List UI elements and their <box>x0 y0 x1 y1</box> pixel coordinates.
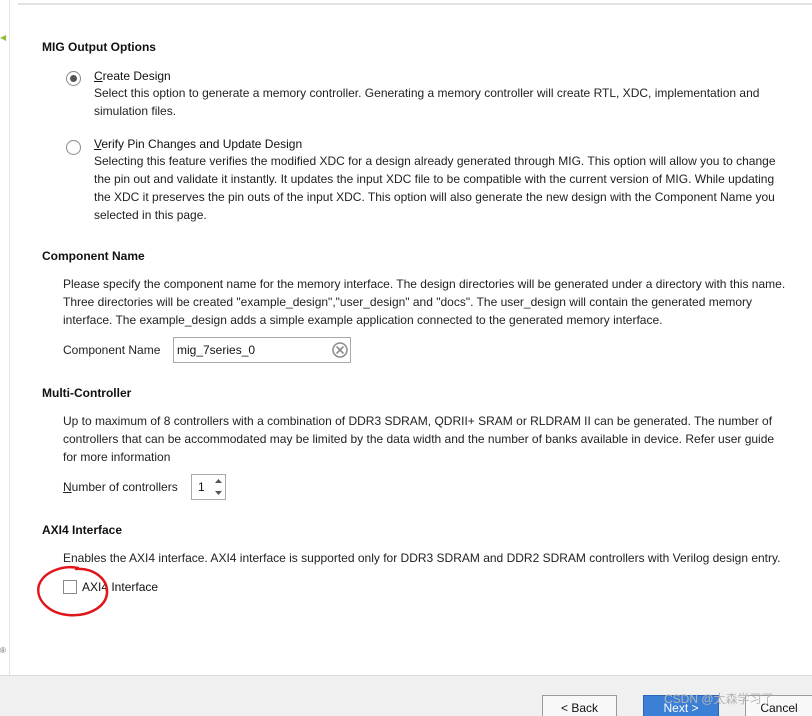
component-name-input[interactable] <box>174 338 324 362</box>
create-design-label[interactable]: Create Design <box>94 69 171 83</box>
create-design-radio[interactable] <box>66 71 81 86</box>
number-of-controllers-label: Number of controllers <box>63 480 178 494</box>
axi4-interface-description: Enables the AXI4 interface. AXI4 interfa… <box>63 551 781 565</box>
verify-pin-changes-label[interactable]: Verify Pin Changes and Update Design <box>94 137 302 151</box>
spin-down-icon[interactable] <box>212 487 225 499</box>
multi-controller-description: Up to maximum of 8 controllers with a co… <box>63 414 775 464</box>
number-of-controllers-spinner[interactable]: 1 <box>191 474 226 500</box>
create-design-description: Select this option to generate a memory … <box>94 86 760 118</box>
back-button[interactable]: < Back <box>542 695 617 716</box>
component-name-description: Please specify the component name for th… <box>63 277 786 327</box>
section-title-component-name: Component Name <box>42 249 145 263</box>
spin-up-icon[interactable] <box>212 475 225 487</box>
mig-options-panel: MIG Output Options Create Design Select … <box>0 0 812 675</box>
axi4-interface-label[interactable]: AXI4 Interface <box>82 580 158 594</box>
verify-pin-changes-option[interactable]: Verify Pin Changes and Update Design Sel… <box>63 137 793 227</box>
verify-pin-changes-description: Selecting this feature verifies the modi… <box>94 154 776 222</box>
number-of-controllers-value[interactable]: 1 <box>198 480 205 494</box>
create-design-option[interactable]: Create Design Select this option to gene… <box>63 69 793 121</box>
section-title-mig-output-options: MIG Output Options <box>42 40 156 54</box>
section-title-multi-controller: Multi-Controller <box>42 386 132 400</box>
component-name-label: Component Name <box>63 343 161 357</box>
watermark: CSDN @太森学习了 <box>664 692 774 706</box>
component-name-input-box[interactable] <box>173 337 351 363</box>
section-title-axi4-interface: AXI4 Interface <box>42 523 123 537</box>
axi4-interface-checkbox[interactable] <box>63 580 77 594</box>
verify-pin-changes-radio[interactable] <box>66 140 81 155</box>
clear-circle-icon[interactable] <box>332 342 348 358</box>
